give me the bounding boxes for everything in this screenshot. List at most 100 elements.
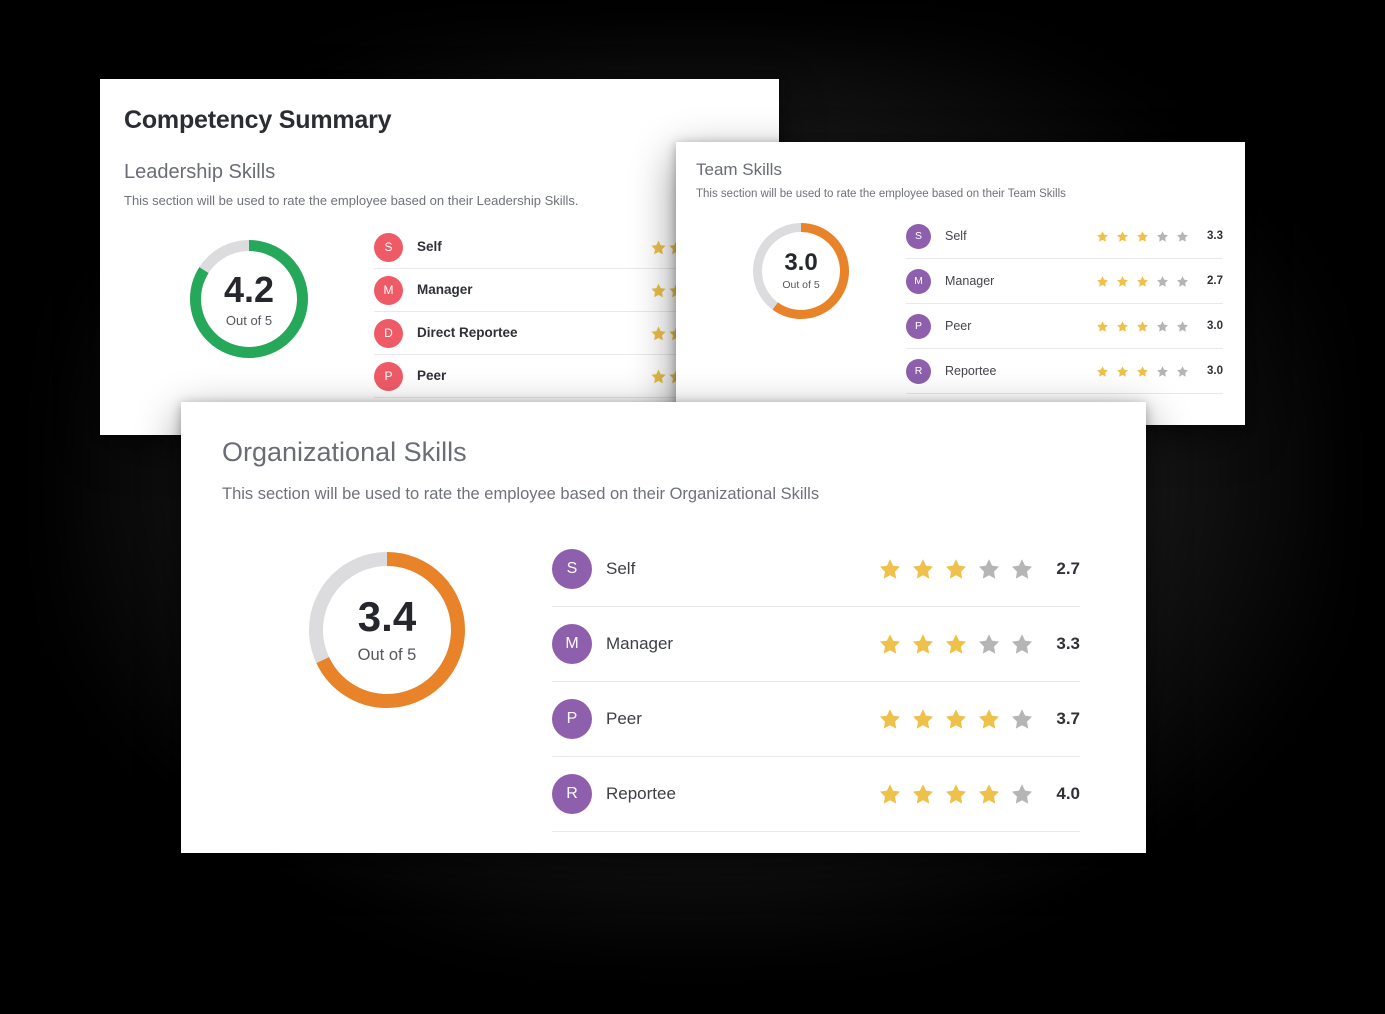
section-description-team: This section will be used to rate the em… (696, 188, 1066, 200)
star-filled-icon (977, 782, 1001, 806)
star-filled-icon (878, 557, 902, 581)
organizational-gauge-center: 3.4 Out of 5 (309, 552, 465, 708)
rater-name-cell: Self (403, 238, 650, 256)
star-empty-icon (1010, 707, 1034, 731)
star-filled-icon (650, 368, 667, 385)
avatar: M (906, 268, 931, 294)
organizational-skills-card: Organizational Skills This section will … (181, 402, 1146, 853)
star-rating (878, 707, 1034, 731)
rater-name-cell: Peer (931, 317, 1096, 335)
star-filled-icon (911, 782, 935, 806)
star-empty-icon (1010, 557, 1034, 581)
leadership-score-gauge: 4.2 Out of 5 (190, 240, 308, 358)
rating-value: 2.7 (1056, 559, 1080, 578)
star-filled-icon (1136, 230, 1149, 243)
avatar: R (552, 774, 592, 814)
rating-row: S Self 2.7 (552, 532, 1080, 607)
team-body: 3.0 Out of 5 S Self 3.3 M Manager 2.7 P Peer 3.0… (676, 214, 1245, 394)
star-empty-icon (1156, 275, 1169, 288)
star-filled-icon (878, 707, 902, 731)
rater-label: Direct Reportee (417, 325, 518, 340)
rating-row: R Reportee 4.0 (552, 757, 1080, 832)
star-filled-icon (1136, 275, 1149, 288)
star-empty-icon (1156, 320, 1169, 333)
star-filled-icon (944, 632, 968, 656)
star-rating (1096, 230, 1189, 243)
star-empty-icon (1176, 230, 1189, 243)
rating-row: S Self 3.3 (906, 214, 1223, 259)
rater-name-cell: Reportee (592, 784, 878, 804)
section-description-organizational: This section will be used to rate the em… (222, 485, 820, 503)
star-empty-icon (1010, 632, 1034, 656)
rater-name-cell: Direct Reportee (403, 324, 650, 342)
star-filled-icon (1096, 320, 1109, 333)
avatar: M (552, 624, 592, 664)
rater-name-cell: Reportee (931, 362, 1096, 380)
star-empty-icon (977, 632, 1001, 656)
organizational-rating-list: S Self 2.7 M Manager 3.3 P Peer 3.7 R Reportee 4.0 (552, 532, 1080, 832)
leadership-gauge-center: 4.2 Out of 5 (190, 240, 308, 358)
star-empty-icon (1176, 275, 1189, 288)
star-filled-icon (878, 782, 902, 806)
star-filled-icon (911, 632, 935, 656)
star-filled-icon (1136, 320, 1149, 333)
star-rating (878, 782, 1034, 806)
star-filled-icon (1116, 365, 1129, 378)
section-title-organizational: Organizational Skills (222, 437, 467, 467)
team-skills-card: Team Skills This section will be used to… (676, 142, 1245, 425)
star-filled-icon (944, 707, 968, 731)
star-filled-icon (1136, 365, 1149, 378)
star-rating (878, 557, 1034, 581)
star-filled-icon (878, 632, 902, 656)
rater-label: Manager (606, 634, 674, 653)
team-gauge-wrap: 3.0 Out of 5 (696, 214, 906, 319)
rating-value: 2.7 (1207, 275, 1223, 287)
star-filled-icon (1096, 365, 1109, 378)
leadership-gauge-score: 4.2 (223, 268, 275, 310)
rating-value: 3.0 (1207, 320, 1223, 332)
section-title-team: Team Skills (696, 160, 782, 179)
organizational-gauge-wrap: 3.4 Out of 5 (222, 532, 552, 708)
star-empty-icon (1156, 230, 1169, 243)
organizational-score-gauge: 3.4 Out of 5 (309, 552, 465, 708)
rating-row: M Manager 2.7 (906, 259, 1223, 304)
rater-label: Self (417, 239, 442, 254)
star-empty-icon (1010, 782, 1034, 806)
rater-label: Reportee (606, 784, 676, 803)
star-rating (1096, 365, 1189, 378)
star-filled-icon (911, 707, 935, 731)
organizational-gauge-subtitle: Out of 5 (357, 646, 417, 665)
avatar: P (552, 699, 592, 739)
rating-value: 3.0 (1207, 365, 1223, 377)
avatar: S (374, 232, 403, 262)
star-filled-icon (944, 557, 968, 581)
avatar: R (906, 358, 931, 384)
star-filled-icon (650, 239, 667, 256)
rater-name-cell: Manager (403, 281, 650, 299)
team-rating-list: S Self 3.3 M Manager 2.7 P Peer 3.0 R Reportee 3.0 (906, 214, 1223, 394)
team-gauge-center: 3.0 Out of 5 (753, 223, 849, 319)
rating-row: P Peer 3.0 (906, 304, 1223, 349)
rating-row: R Reportee 3.0 (906, 349, 1223, 394)
leadership-gauge-subtitle: Out of 5 (225, 312, 273, 328)
rating-value: 4.0 (1056, 784, 1080, 803)
star-filled-icon (911, 557, 935, 581)
star-filled-icon (1096, 275, 1109, 288)
avatar: P (906, 313, 931, 339)
team-score-gauge: 3.0 Out of 5 (753, 223, 849, 319)
avatar: S (906, 223, 931, 249)
rating-value: 3.3 (1056, 634, 1080, 653)
star-filled-icon (1116, 230, 1129, 243)
team-gauge-score: 3.0 (784, 249, 818, 277)
star-rating (1096, 275, 1189, 288)
page-title: Competency Summary (124, 106, 392, 134)
rater-label: Reportee (945, 364, 997, 378)
rater-label: Manager (417, 282, 473, 297)
star-rating (1096, 320, 1189, 333)
avatar: D (374, 318, 403, 348)
rater-name-cell: Self (592, 559, 878, 579)
rater-name-cell: Peer (403, 367, 650, 385)
star-rating (878, 632, 1034, 656)
rating-row: M Manager 3.3 (552, 607, 1080, 682)
rater-label: Peer (606, 709, 642, 728)
